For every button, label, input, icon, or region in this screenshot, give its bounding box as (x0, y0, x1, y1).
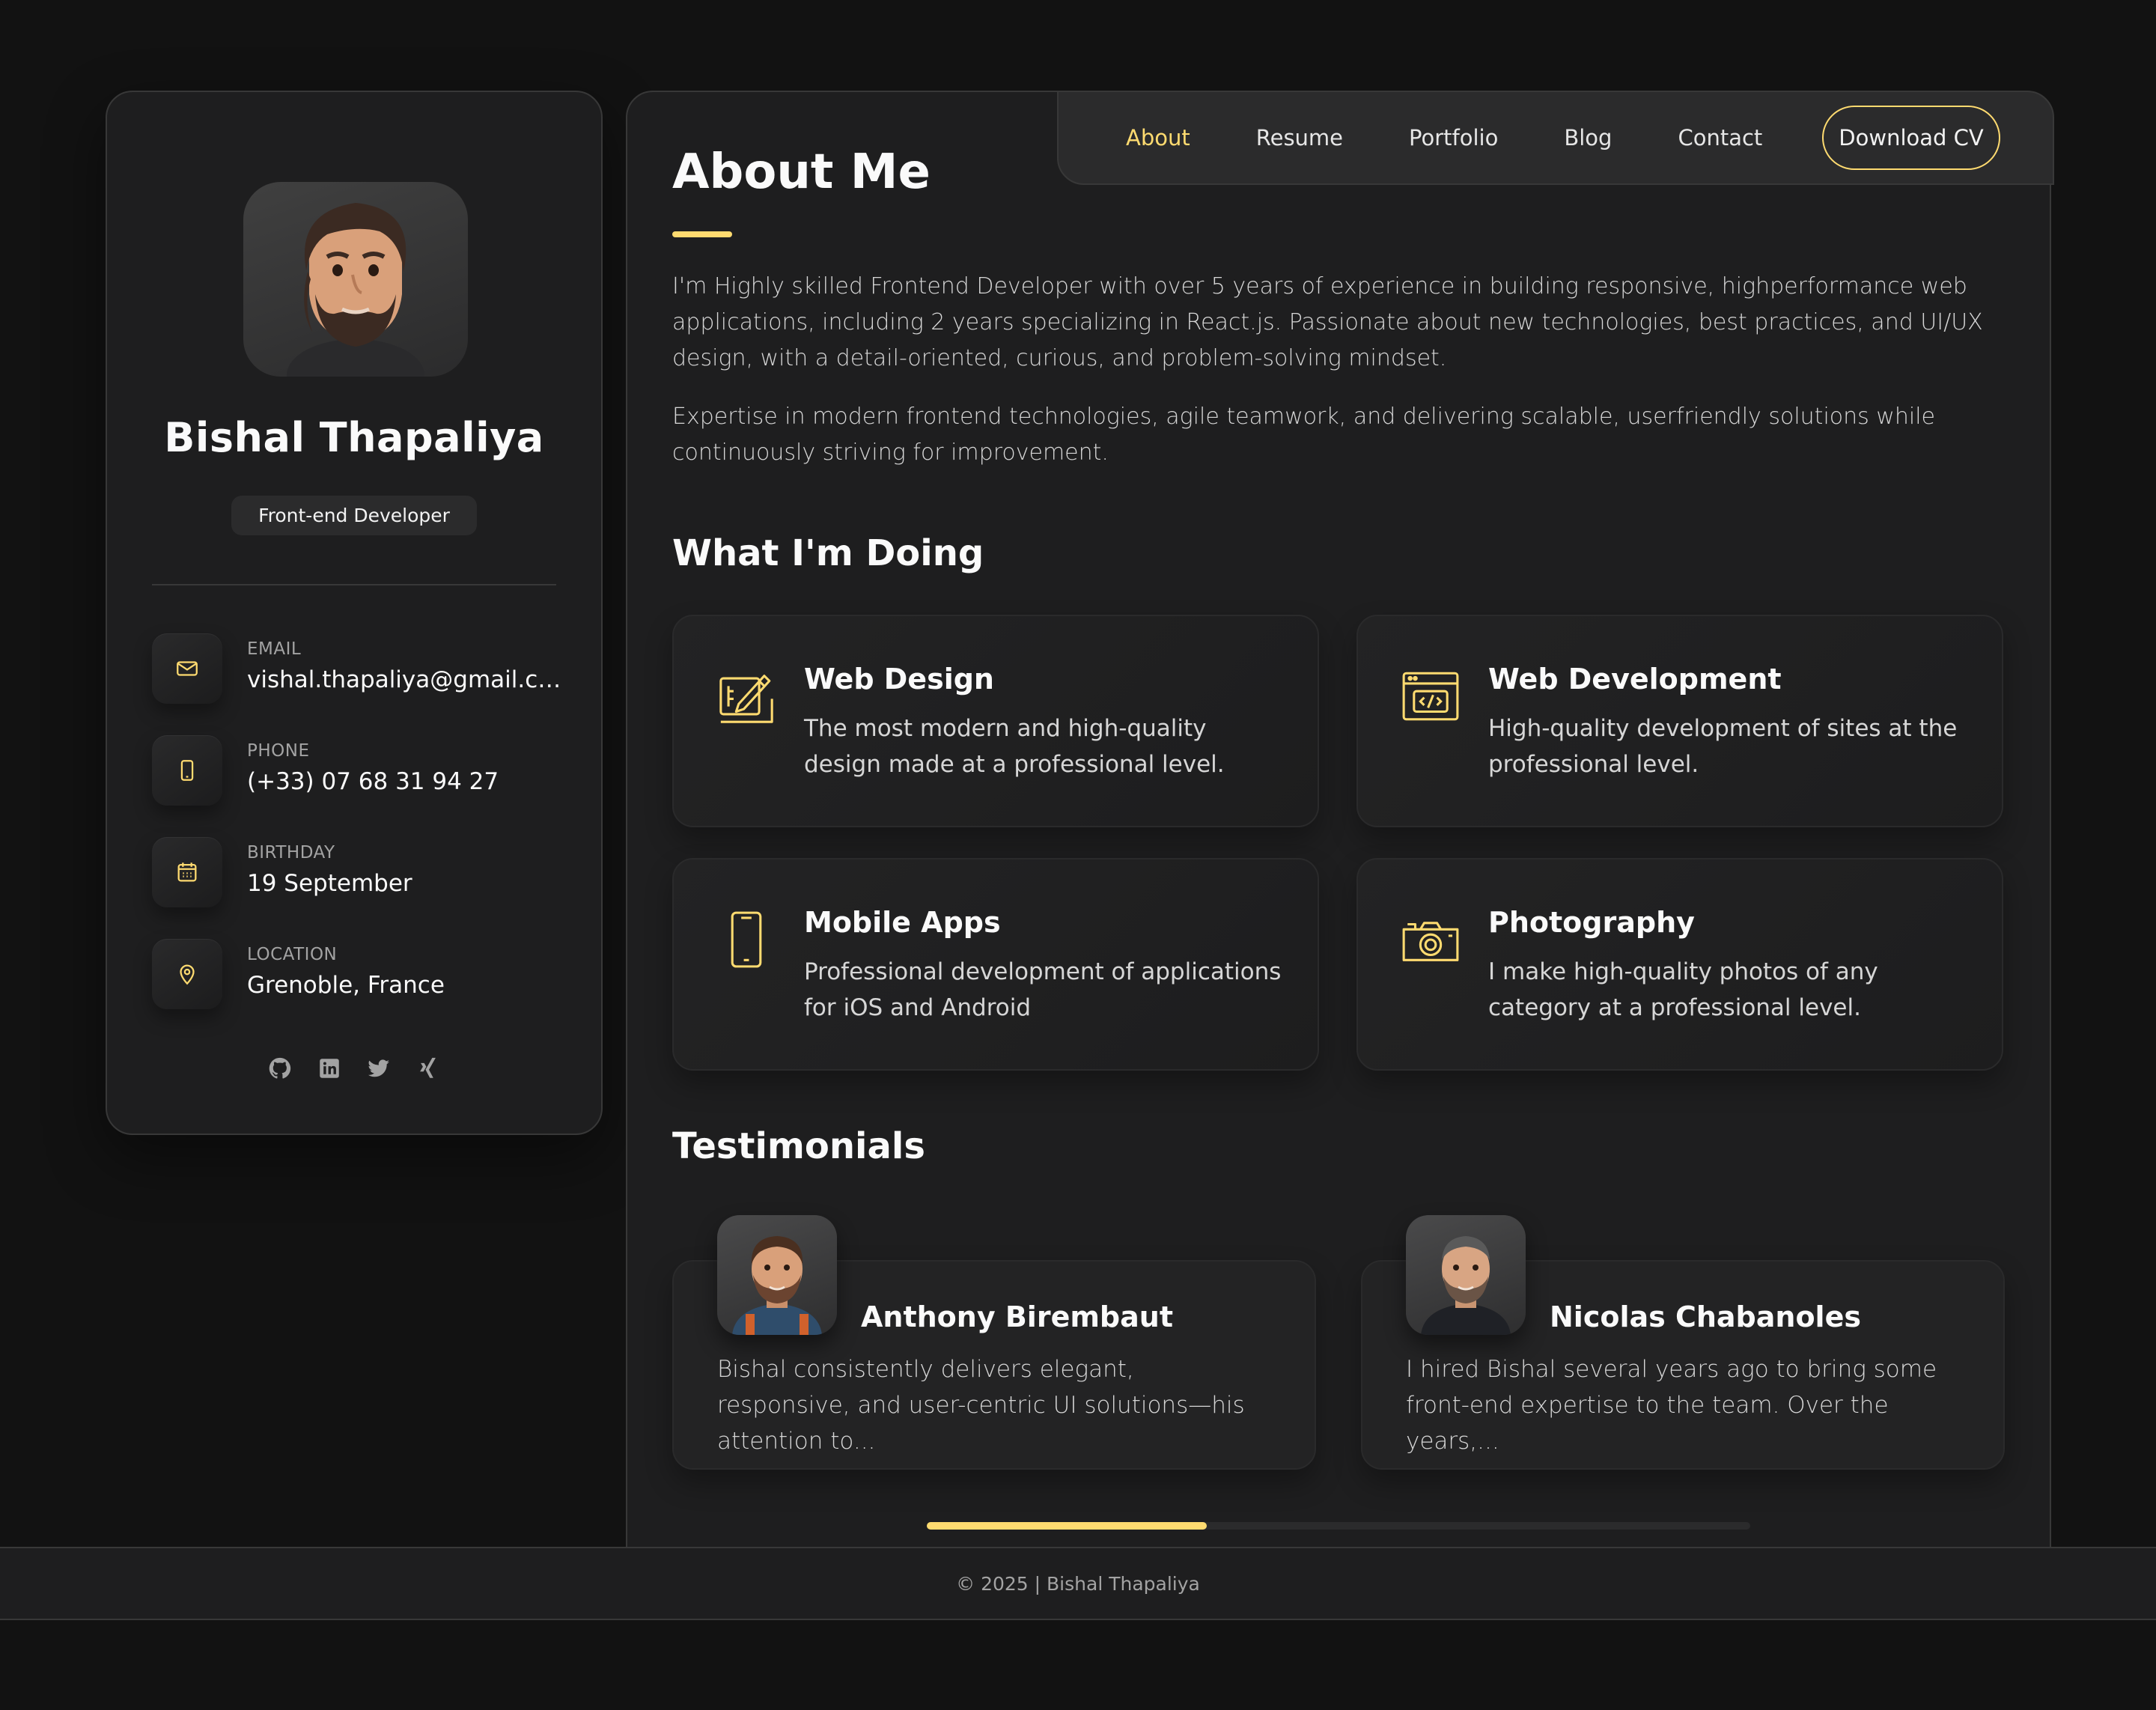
testimonials-scrollbar[interactable] (927, 1522, 1750, 1530)
contact-location: LOCATION Grenoble, France (152, 939, 571, 1014)
contact-label: LOCATION (247, 945, 338, 964)
service-card-web-design: Web Design The most modern and high-qual… (672, 615, 1319, 827)
profile-sidebar: Bishal Thapaliya Front-end Developer EMA… (106, 91, 603, 1135)
mail-icon (152, 633, 222, 704)
email-link[interactable]: vishal.thapaliya@gmail.co... (247, 666, 561, 693)
github-icon[interactable] (266, 1054, 294, 1083)
twitter-icon[interactable] (365, 1054, 393, 1083)
birthday-value: 19 September (247, 870, 412, 897)
service-card-mobile-apps: Mobile Apps Professional development of … (672, 858, 1319, 1071)
linkedin-icon[interactable] (315, 1054, 344, 1083)
testimonial-name: Nicolas Chabanoles (1550, 1300, 1861, 1333)
location-pin-icon (152, 939, 222, 1009)
nav-portfolio[interactable]: Portfolio (1409, 125, 1498, 150)
testimonial-text: I hired Bishal several years ago to brin… (1406, 1356, 1937, 1455)
contact-label: PHONE (247, 741, 310, 761)
nav-contact[interactable]: Contact (1678, 125, 1762, 150)
main-content: About Resume Portfolio Blog Contact Down… (626, 91, 2054, 1588)
service-text: The most modern and high-quality design … (804, 715, 1225, 778)
scrollbar-thumb[interactable] (927, 1522, 1207, 1530)
design-icon (716, 666, 777, 727)
service-card-web-development: Web Development High-quality development… (1356, 615, 2003, 827)
nav-blog[interactable]: Blog (1564, 125, 1612, 150)
services-title: What I'm Doing (672, 532, 984, 574)
top-navbar: About Resume Portfolio Blog Contact Down… (1057, 91, 2054, 185)
service-text: High-quality development of sites at the… (1488, 715, 1958, 778)
about-paragraph: Expertise in modern frontend technologie… (672, 404, 1935, 466)
service-title: Mobile Apps (804, 906, 1001, 939)
profile-name: Bishal Thapaliya (164, 414, 544, 461)
service-title: Photography (1488, 906, 1695, 939)
role-badge: Front-end Developer (231, 496, 477, 535)
camera-icon (1400, 909, 1461, 970)
service-title: Web Design (804, 663, 994, 696)
code-window-icon (1400, 666, 1461, 727)
social-links (107, 1054, 601, 1083)
sidebar-divider (152, 584, 556, 585)
testimonial-name: Anthony Birembaut (861, 1300, 1173, 1333)
service-card-photography: Photography I make high-quality photos o… (1356, 858, 2003, 1071)
contact-phone: PHONE (+33) 07 68 31 94 27 (152, 735, 571, 810)
download-cv-button[interactable]: Download CV (1822, 106, 2000, 170)
smartphone-icon (716, 909, 777, 970)
service-title: Web Development (1488, 663, 1782, 696)
phone-link[interactable]: (+33) 07 68 31 94 27 (247, 768, 561, 795)
page-title: About Me (672, 144, 931, 200)
title-underline (672, 231, 732, 237)
nav-about[interactable]: About (1126, 125, 1190, 150)
testimonial-avatar (717, 1215, 837, 1335)
xing-icon[interactable] (414, 1054, 442, 1083)
calendar-icon (152, 837, 222, 907)
profile-avatar (243, 182, 468, 377)
footer-text: © 2025 | Bishal Thapaliya (956, 1572, 1200, 1595)
testimonial-text: Bishal consistently delivers elegant, re… (717, 1356, 1245, 1455)
service-text: Professional development of applications… (804, 958, 1282, 1021)
contact-email: EMAIL vishal.thapaliya@gmail.co... (152, 633, 571, 708)
contact-label: EMAIL (247, 639, 302, 659)
page-footer: © 2025 | Bishal Thapaliya (0, 1547, 2156, 1620)
location-value: Grenoble, France (247, 972, 445, 999)
service-text: I make high-quality photos of any catego… (1488, 958, 1878, 1021)
nav-resume[interactable]: Resume (1256, 125, 1343, 150)
testimonial-avatar (1406, 1215, 1526, 1335)
testimonials-title: Testimonials (672, 1125, 925, 1167)
about-paragraph: I'm Highly skilled Frontend Developer wi… (672, 273, 1983, 371)
contact-label: BIRTHDAY (247, 843, 335, 862)
phone-icon (152, 735, 222, 806)
contact-birthday: BIRTHDAY 19 September (152, 837, 571, 912)
